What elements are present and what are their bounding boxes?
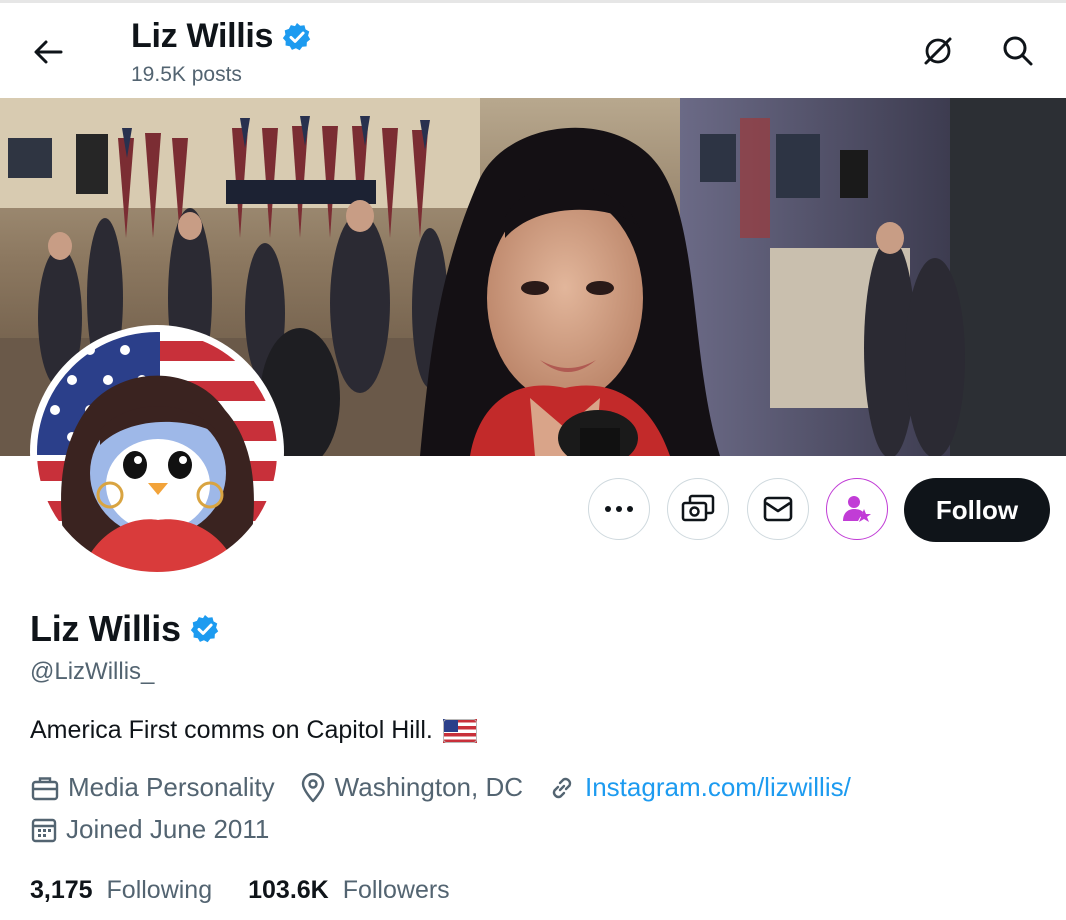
location-text: Washington, DC <box>334 772 523 802</box>
display-name: Liz Willis <box>30 608 181 649</box>
subscribe-button[interactable] <box>826 478 888 540</box>
meta-category: Media Personality <box>30 772 275 803</box>
meta-location: Washington, DC <box>299 772 523 803</box>
category-text: Media Personality <box>68 772 275 802</box>
profile-joined-row: Joined June 2011 <box>30 814 293 845</box>
arrow-left-icon <box>34 40 63 64</box>
search-icon <box>1003 36 1033 66</box>
us-flag-icon <box>442 718 477 743</box>
profile-meta-row: Media Personality Washington, DC Instagr… <box>30 772 875 803</box>
meta-joined: Joined June 2011 <box>30 814 269 845</box>
post-count: 19.5K posts <box>131 63 242 86</box>
follow-stats: 3,175 Following 103.6K Followers <box>30 876 486 905</box>
followers-label: Followers <box>342 876 450 904</box>
follow-button[interactable]: Follow <box>904 478 1050 542</box>
website-link[interactable]: Instagram.com/lizwillis/ <box>585 772 851 803</box>
verified-badge-icon <box>190 615 218 643</box>
profile-actions: Follow <box>0 478 1066 544</box>
grok-button[interactable] <box>916 29 960 73</box>
joined-text: Joined June 2011 <box>66 814 270 844</box>
mail-icon <box>763 496 793 522</box>
profile-header: Liz Willis 19.5K posts <box>0 3 1066 97</box>
bio-text: America First comms on Capitol Hill. <box>30 716 433 744</box>
header-title: Liz Willis <box>131 17 313 56</box>
meta-website: Instagram.com/lizwillis/ <box>547 772 851 803</box>
message-button[interactable] <box>747 478 809 540</box>
user-handle: @LizWillis_ <box>30 658 155 685</box>
followers-link[interactable]: 103.6K Followers <box>248 876 450 905</box>
link-icon <box>552 777 572 798</box>
person-star-icon <box>843 496 871 522</box>
money-icon <box>681 494 715 522</box>
grok-icon <box>924 37 952 65</box>
following-label: Following <box>106 876 213 904</box>
location-pin-icon <box>301 772 324 802</box>
profile-name-row: Liz Willis <box>30 608 221 650</box>
calendar-icon <box>31 818 57 842</box>
verified-badge-icon <box>283 22 311 50</box>
header-name: Liz Willis <box>131 17 274 55</box>
followers-count: 103.6K <box>248 876 329 904</box>
more-button[interactable] <box>588 478 650 540</box>
search-button[interactable] <box>996 29 1040 73</box>
following-link[interactable]: 3,175 Following <box>30 876 212 905</box>
more-dots-icon <box>605 506 633 512</box>
back-button[interactable] <box>22 29 74 75</box>
profile-bio: America First comms on Capitol Hill. <box>30 716 477 745</box>
briefcase-icon <box>31 776 59 800</box>
following-count: 3,175 <box>30 876 93 904</box>
tip-button[interactable] <box>667 478 729 540</box>
